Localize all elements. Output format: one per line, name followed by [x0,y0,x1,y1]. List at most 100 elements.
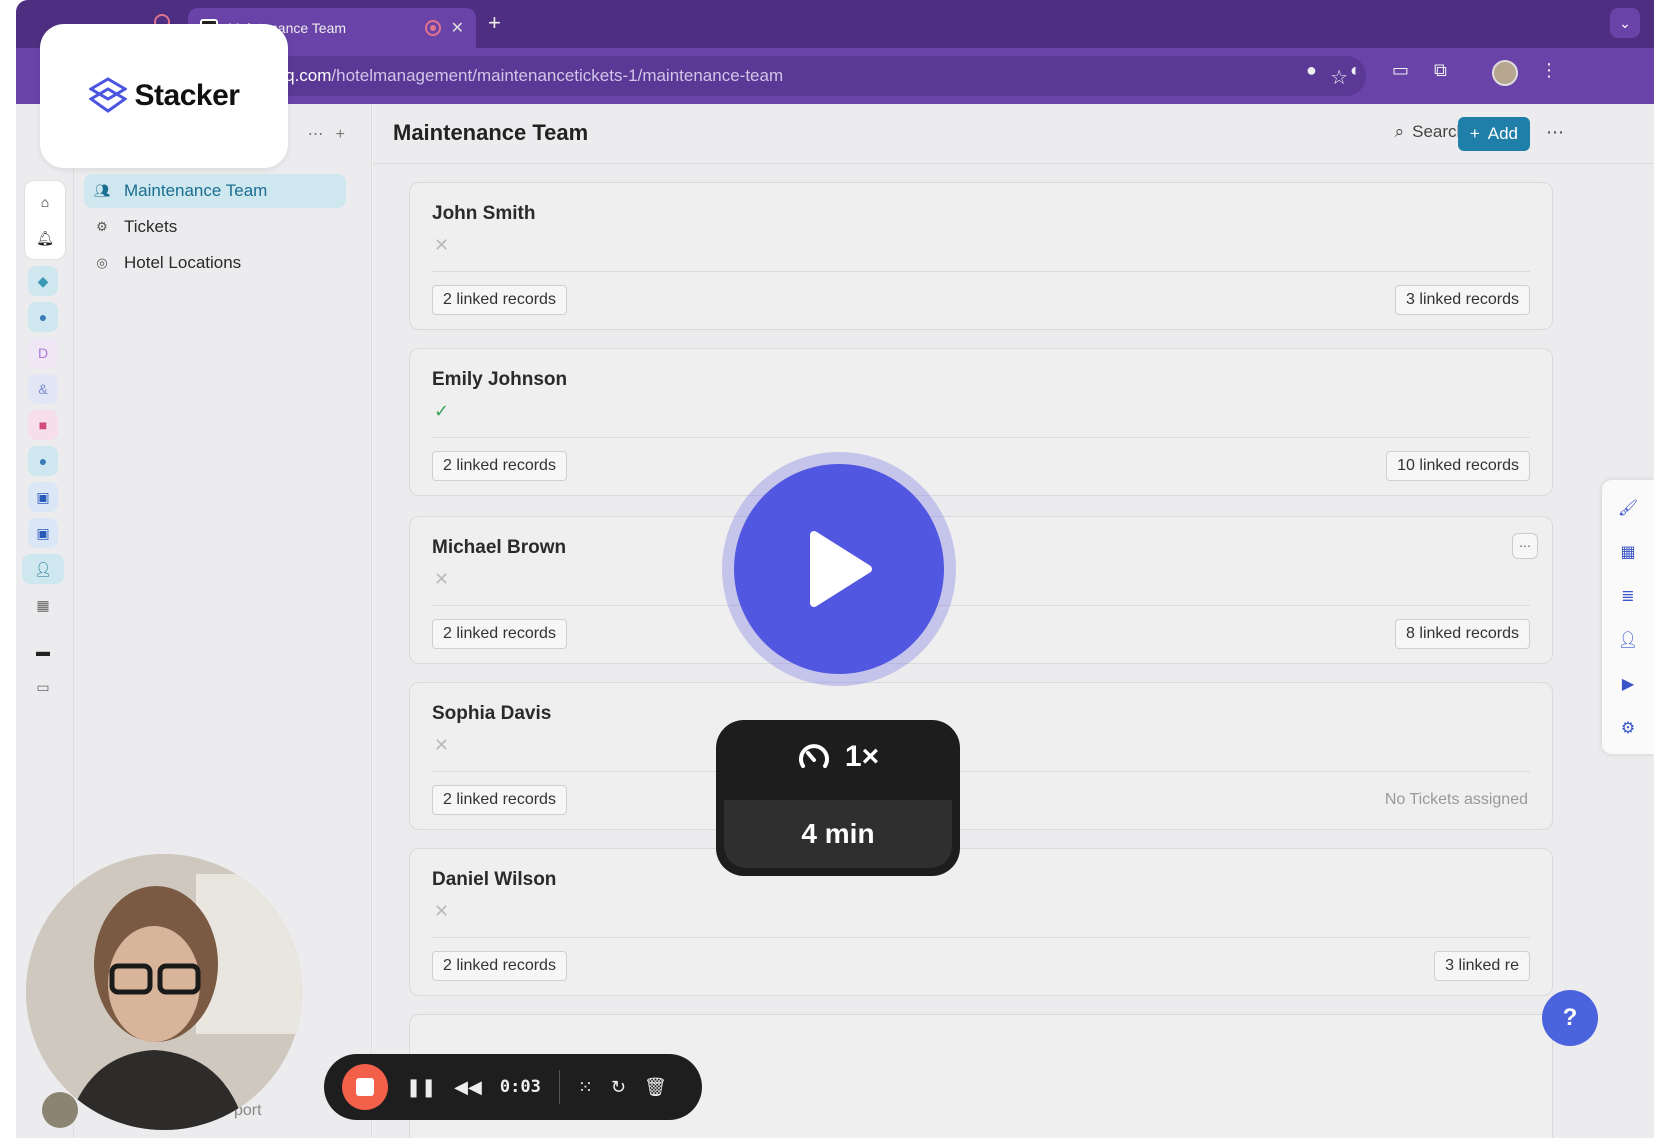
app-icon[interactable]: & [28,374,58,404]
profile-avatar[interactable] [1492,60,1518,86]
url-path: /hotelmanagement/maintenancetickets-1/ma… [331,66,784,85]
user-icon[interactable]: 👤︎ [1618,630,1638,650]
help-chat-button[interactable]: ? [1542,990,1598,1046]
sidebar-item-hotel-locations[interactable]: ◎ Hotel Locations [84,246,346,280]
record-card[interactable]: Daniel Wilson ✕ 2 linked records 3 linke… [409,848,1553,996]
location-pin-icon: ◎ [96,255,108,270]
stacker-logo: Stacker [40,24,288,168]
play-icon [810,531,872,607]
tab-search-chevron-icon[interactable]: ⌄ [1610,8,1640,38]
app-icon[interactable]: ■ [28,410,58,440]
puzzle-extensions-icon[interactable]: ⧉ [1434,60,1447,81]
speed-row[interactable]: 1× [716,740,960,774]
linked-records-pill[interactable]: 3 linked re [1434,951,1530,981]
card-more-icon[interactable]: ⋯ [1512,533,1538,559]
address-bar[interactable]: rhq.com/hotelmanagement/maintenanceticke… [256,56,1366,96]
record-name: Michael Brown [432,537,567,558]
close-tab-icon[interactable]: ✕ [451,18,464,38]
grid-icon[interactable]: ▦ [28,590,58,620]
linked-records-pill[interactable]: 3 linked records [1395,285,1530,315]
right-tool-dock: 🖌︎ ▦ ≣ 👤︎ ▶ ⚙ [1602,480,1654,754]
linked-records-pill[interactable]: 2 linked records [432,285,567,315]
webcam-bubble[interactable] [26,854,302,1130]
speed-gauge-icon [798,744,829,768]
app-icon[interactable]: D [28,338,58,368]
stop-recording-button[interactable] [342,1064,388,1110]
rail-top-group: ⌂ 🔔︎ [24,180,66,260]
linked-records-pill[interactable]: 2 linked records [432,451,567,481]
trash-icon[interactable]: 🗑︎ [644,1077,667,1098]
no-tickets-text: No Tickets assigned [1384,791,1528,808]
sidebar-item-label: Tickets [124,217,178,236]
sidebar-item-label: Hotel Locations [124,253,242,272]
browser-menu-icon[interactable]: ⋮ [1540,60,1558,81]
app-icon[interactable]: ● [28,446,58,476]
divider [432,271,1530,272]
linked-records-pill[interactable]: 2 linked records [432,785,567,815]
app-icon[interactable]: ▭ [28,672,58,702]
database-icon[interactable]: ≣ [1618,586,1638,606]
linked-records-pill[interactable]: 8 linked records [1395,619,1530,649]
divider [558,1070,560,1104]
stop-icon [356,1078,374,1096]
app-icon[interactable]: ▣ [28,482,58,512]
draw-tool-icon[interactable]: ⁙ [578,1077,593,1098]
stacker-logo-icon [88,77,127,113]
divider [432,437,1530,438]
tab-recording-icon [424,20,441,36]
add-button[interactable]: + Add [1457,117,1530,151]
video-play-button[interactable] [722,452,956,686]
sidebar-item-tickets[interactable]: ⚙ Tickets [84,210,346,244]
more-options-icon[interactable]: ⋯ [1546,122,1564,143]
record-name: Daniel Wilson [432,869,557,890]
home-icon[interactable]: ⌂ [30,187,60,217]
user-avatar[interactable] [42,1092,78,1128]
linked-records-pill[interactable]: 2 linked records [432,619,567,649]
record-card[interactable]: Sophia Davis ✕ 2 linked records No Ticke… [409,682,1553,830]
paint-icon[interactable]: 🖌︎ [1618,498,1638,518]
app-icon[interactable]: ● [28,302,58,332]
playback-info[interactable]: 1× 4 min [716,720,960,876]
rewind-icon[interactable]: ◀◀ [454,1077,482,1098]
recording-controls: ❚❚ ◀◀ 0:03 ⁙ ↻ 🗑︎ [324,1054,702,1120]
app-icon[interactable]: ◆ [28,266,58,296]
sidebar-item-label: Maintenance Team [124,181,268,200]
divider [432,937,1530,938]
search-button[interactable]: ⌕ Search [1395,122,1466,142]
search-icon: ⌕ [1394,122,1405,141]
linked-records-pill[interactable]: 10 linked records [1386,451,1530,481]
linked-records-pill[interactable]: 2 linked records [432,951,567,981]
page-title: Maintenance Team [393,120,589,145]
bookmark-star-icon[interactable]: ☆ [1330,65,1348,90]
pause-icon[interactable]: ❚❚ [406,1077,436,1098]
x-icon: ✕ [434,735,450,755]
extension-icon[interactable]: ▭ [1392,60,1409,81]
record-name: Sophia Davis [432,703,552,724]
recording-timer: 0:03 [499,1077,541,1097]
app-icon[interactable]: ▣ [28,518,58,548]
add-icon[interactable]: + [336,126,357,143]
extension-icon[interactable]: ● [1306,60,1317,81]
play-button-circle[interactable] [734,464,944,674]
new-tab-icon[interactable]: + [488,10,501,36]
sidebar-item-maintenance-team[interactable]: 👥︎ Maintenance Team [84,174,346,208]
divider [432,771,1530,772]
team-app-icon[interactable]: 👤︎ [22,554,64,584]
people-icon: 👥︎ [94,183,111,198]
extension-icon[interactable]: ◐ [1350,60,1361,81]
plus-icon: + [1469,124,1480,143]
play-icon[interactable]: ▶ [1618,674,1638,694]
table-icon[interactable]: ▦ [1618,542,1638,562]
more-icon[interactable]: ⋯ [308,126,336,143]
settings-gear-icon[interactable]: ⚙ [1618,718,1638,738]
check-icon: ✓ [434,401,450,421]
restart-icon[interactable]: ↻ [611,1077,626,1098]
app-icon[interactable]: ▬ [28,636,58,666]
url-text: rhq.com/hotelmanagement/maintenanceticke… [270,66,783,86]
record-card[interactable]: Emily Johnson ✓ 2 linked records 10 link… [409,348,1553,496]
presenter-video-image [26,854,302,1130]
record-card[interactable]: John Smith ✕ 2 linked records 3 linked r… [409,182,1553,330]
x-icon: ✕ [434,901,450,921]
record-card[interactable]: Michael Brown ✕ ⋯ 2 linked records 8 lin… [409,516,1553,664]
bell-icon[interactable]: 🔔︎ [30,223,60,253]
